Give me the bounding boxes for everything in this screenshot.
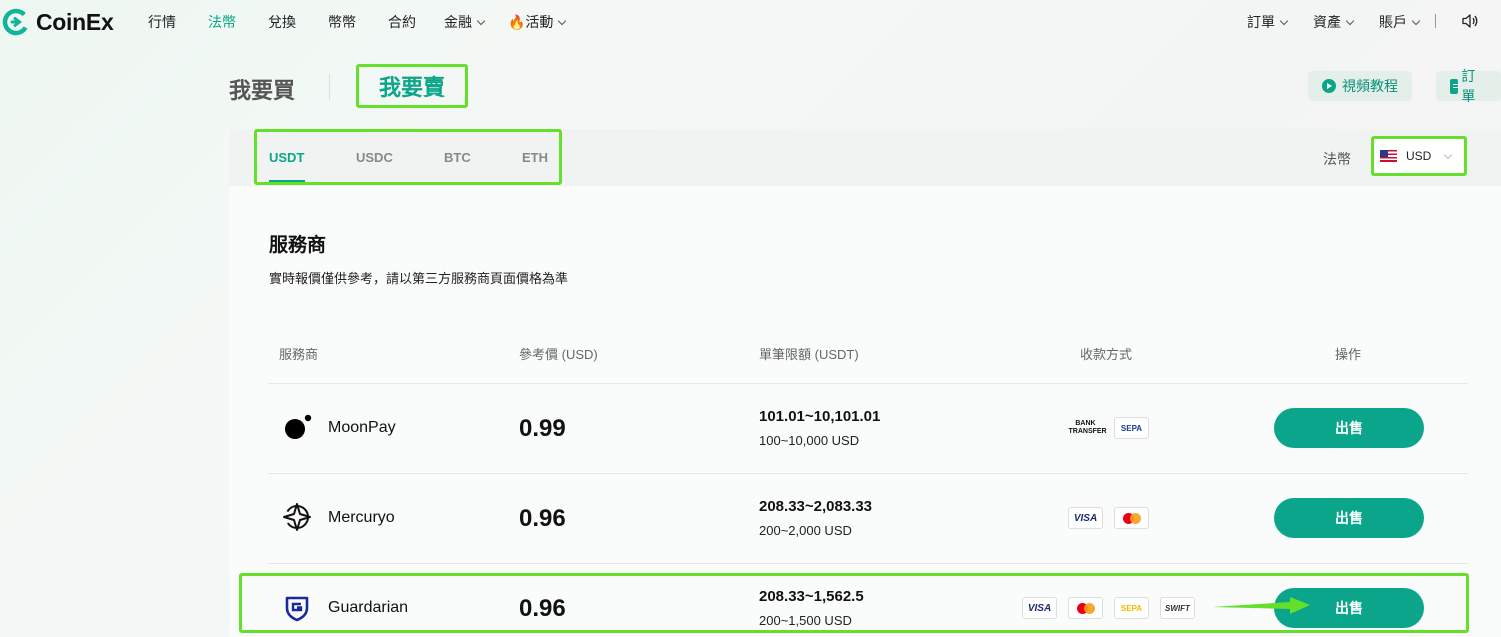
speaker-icon[interactable] <box>1461 13 1479 29</box>
reference-price: 0.99 <box>519 415 566 442</box>
nav-item-spot[interactable]: 幣幣 <box>328 12 356 32</box>
fiat-label: 法幣 <box>1323 151 1351 167</box>
visa-icon: VISA <box>1068 507 1103 529</box>
chevron-down-icon <box>476 16 486 25</box>
nav-item-fiat[interactable]: 法幣 <box>208 12 236 32</box>
reference-price: 0.96 <box>519 505 566 532</box>
play-icon <box>1322 79 1336 93</box>
orders-button[interactable]: 訂單 <box>1436 68 1501 104</box>
nav-label: 金融 <box>444 14 472 30</box>
nav-label: 賬戶 <box>1379 14 1407 30</box>
chevron-down-icon <box>1443 150 1453 160</box>
tab-buy[interactable]: 我要買 <box>229 73 295 105</box>
provider-name: MoonPay <box>328 419 396 436</box>
fiat-currency-select[interactable]: USD <box>1371 136 1467 176</box>
mastercard-logo <box>1122 512 1141 524</box>
sell-button-moonpay[interactable]: 出售 <box>1274 408 1424 448</box>
bank-transfer-icon: BANK TRANSFER <box>1068 417 1107 439</box>
coinex-logo[interactable]: CoinEx <box>2 8 114 36</box>
orders-label: 訂單 <box>1461 68 1476 104</box>
top-nav: CoinEx 行情 法幣 兌換 幣幣 合約 金融 🔥活動 訂單 資產 賬戶 <box>0 0 1501 42</box>
limit-usdt: 208.33~2,083.33 <box>759 498 873 515</box>
chevron-down-icon <box>558 16 567 25</box>
chevron-down-icon <box>1279 16 1289 25</box>
arrow-right-icon <box>1212 597 1310 614</box>
provider-name: Mercuryo <box>328 509 395 526</box>
us-flag-icon <box>1380 150 1397 162</box>
limit-usdt: 101.01~10,101.01 <box>759 408 881 425</box>
col-header-payment: 收款方式 <box>1080 347 1133 362</box>
fiat-selected-value: USD <box>1406 149 1432 163</box>
moonpay-logo-icon <box>285 414 312 439</box>
nav-item-markets[interactable]: 行情 <box>148 12 176 32</box>
video-tutorial-label: 視頻教程 <box>1342 78 1398 94</box>
chevron-down-icon <box>1411 16 1421 25</box>
mastercard-icon <box>1114 507 1149 529</box>
nav-label: 法幣 <box>208 14 236 30</box>
tab-divider <box>329 74 330 100</box>
col-header-provider: 服務商 <box>279 347 319 362</box>
section-title: 服務商 <box>269 235 327 256</box>
table-divider <box>268 563 1468 564</box>
nav-label: 合約 <box>388 14 416 30</box>
nav-label: 幣幣 <box>328 14 356 30</box>
col-header-price: 參考價 (USD) <box>519 347 598 362</box>
coin-tabs-highlight <box>254 129 562 185</box>
video-tutorial-button[interactable]: 視頻教程 <box>1308 71 1412 101</box>
order-icon <box>1450 78 1460 94</box>
nav-item-futures[interactable]: 合約 <box>388 12 416 32</box>
limit-usd: 100~10,000 USD <box>759 433 860 448</box>
sepa-icon: SEPA <box>1114 417 1149 439</box>
payment-label: VISA <box>1073 512 1098 524</box>
sell-button-mercuryo[interactable]: 出售 <box>1274 498 1424 538</box>
table-divider <box>268 383 1468 384</box>
nav-item-assets[interactable]: 資產 <box>1313 12 1355 32</box>
limit-usd: 200~2,000 USD <box>759 523 852 538</box>
nav-label: 兌換 <box>268 14 296 30</box>
coinex-logo-icon <box>2 8 30 36</box>
table-divider <box>268 473 1468 474</box>
nav-item-finance[interactable]: 金融 <box>444 12 486 32</box>
brand-name: CoinEx <box>36 8 114 35</box>
nav-item-orders[interactable]: 訂單 <box>1247 12 1289 32</box>
mercuryo-logo-icon <box>283 503 311 531</box>
nav-item-account[interactable]: 賬戶 <box>1379 12 1421 32</box>
col-header-action: 操作 <box>1335 347 1362 362</box>
chevron-down-icon <box>1345 16 1355 25</box>
nav-divider <box>1435 14 1436 28</box>
col-header-limit: 單筆限額 (USDT) <box>759 347 859 362</box>
payment-label: SEPA <box>1120 423 1143 433</box>
nav-label: 資產 <box>1313 14 1341 30</box>
tab-sell[interactable]: 我要賣 <box>356 64 468 108</box>
nav-label: 訂單 <box>1247 14 1275 30</box>
nav-item-swap[interactable]: 兌換 <box>268 12 296 32</box>
payment-label: BANK TRANSFER <box>1068 420 1107 435</box>
nav-item-activities[interactable]: 🔥活動 <box>508 12 567 32</box>
section-subtitle: 實時報價僅供參考，請以第三方服務商頁面價格為準 <box>269 271 569 286</box>
nav-label: 🔥活動 <box>508 14 554 30</box>
nav-label: 行情 <box>148 14 176 30</box>
